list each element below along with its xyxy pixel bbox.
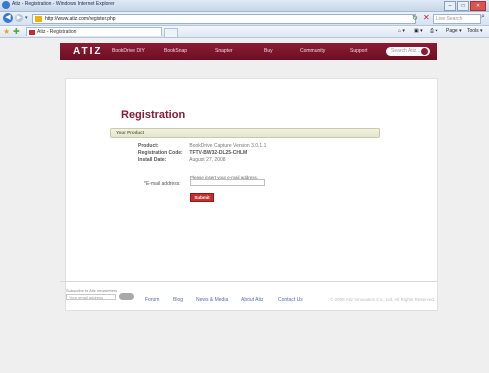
registration-code-value: TFTV-BW32-DL25-CHLM (189, 150, 248, 156)
copyright-text: © 2008 Atiz Innovation Co., Ltd. All Rig… (330, 297, 436, 302)
footer-link-contact[interactable]: Contact Us (278, 297, 303, 303)
tools-menu[interactable]: Tools ▾ (467, 28, 483, 34)
newsletter-placeholder: Your email address (69, 295, 104, 300)
section-header: Your Product (110, 128, 380, 138)
newsletter-label: Subscribe to Atiz newsletters (66, 288, 118, 293)
refresh-icon[interactable]: ↻ (412, 14, 418, 22)
print-icon[interactable]: ⎙ ▾ (430, 28, 438, 34)
maximize-button[interactable]: □ (457, 1, 469, 11)
window-controls: – □ ✕ (444, 1, 486, 11)
search-icon[interactable]: ⌕ (481, 13, 485, 21)
nav-snapter[interactable]: Snapter (215, 48, 233, 54)
home-icon[interactable]: ⌂ ▾ (398, 28, 405, 34)
email-label: *E-mail address: (144, 181, 181, 187)
product-label: Product: (138, 143, 159, 149)
footer-link-blog[interactable]: Blog (173, 297, 183, 303)
tab-page-icon (29, 30, 35, 35)
product-value: BookDrive Capture Version 3.0.1.1 (189, 143, 267, 149)
site-search-placeholder: Search Atiz... (391, 48, 421, 54)
address-url: http://www.atiz.com/register.php (45, 16, 116, 22)
newsletter-email-input[interactable]: Your email address (66, 294, 116, 300)
nav-booksnap[interactable]: BookSnap (164, 48, 187, 54)
email-field[interactable] (190, 179, 265, 186)
newsletter-submit-button[interactable] (119, 293, 134, 300)
page-menu[interactable]: Page ▾ (446, 28, 462, 34)
close-button[interactable]: ✕ (470, 1, 486, 11)
footer-link-forum[interactable]: Forum (145, 297, 159, 303)
site-search-go-icon[interactable] (421, 48, 428, 55)
site-navbar: ATIZ BookDrive DIY BookSnap Snapter Buy … (60, 43, 437, 60)
new-tab-button[interactable] (164, 28, 178, 38)
favorites-star-icon[interactable]: ★ (3, 27, 10, 36)
page-icon (35, 16, 42, 22)
registration-code-row: Registration Code: TFTV-BW32-DL25-CHLM (138, 150, 247, 156)
window-titlebar: Atiz - Registration - Windows Internet E… (0, 0, 489, 12)
tab-label: Atiz - Registration (37, 29, 77, 35)
install-date-value: August 27, 2008 (189, 157, 226, 163)
section-title: Your Product (116, 130, 145, 135)
tab-registration[interactable]: Atiz - Registration (26, 27, 162, 36)
nav-buy[interactable]: Buy (264, 48, 273, 54)
registration-panel: Registration Your Product Product: BookD… (65, 78, 438, 311)
browser-search-input[interactable]: Live Search (433, 14, 481, 24)
product-row: Product: BookDrive Capture Version 3.0.1… (138, 143, 266, 149)
install-date-row: Install Date: August 27, 2008 (138, 157, 226, 163)
site-search-input[interactable]: Search Atiz... (386, 47, 430, 56)
minimize-button[interactable]: – (444, 1, 456, 11)
nav-bookdrive-diy[interactable]: BookDrive DIY (112, 48, 145, 54)
footer-link-about[interactable]: About Atiz (241, 297, 264, 303)
window-title: Atiz - Registration - Windows Internet E… (12, 1, 115, 7)
nav-community[interactable]: Community (300, 48, 325, 54)
internet-explorer-icon (2, 1, 10, 9)
feeds-icon[interactable]: ▣ ▾ (414, 28, 423, 34)
tab-toolbar: ★ ✚ Atiz - Registration ⌂ ▾ ▣ ▾ ⎙ ▾ Page… (0, 26, 489, 38)
browser-search-placeholder: Live Search (436, 16, 463, 22)
registration-code-label: Registration Code: (138, 150, 183, 156)
footer-link-news-media[interactable]: News & Media (196, 297, 228, 303)
install-date-label: Install Date: (138, 157, 167, 163)
page-title: Registration (121, 109, 186, 121)
add-favorite-icon[interactable]: ✚ (13, 27, 20, 36)
atiz-logo[interactable]: ATIZ (73, 46, 102, 57)
nav-support[interactable]: Support (350, 48, 368, 54)
web-page: ATIZ BookDrive DIY BookSnap Snapter Buy … (0, 38, 489, 373)
stop-icon[interactable]: ✕ (423, 13, 430, 22)
address-input[interactable]: http://www.atiz.com/register.php (32, 14, 416, 24)
history-dropdown-icon[interactable]: ▾ (25, 15, 28, 21)
back-button[interactable]: ◀ (3, 13, 13, 23)
footer-divider (60, 281, 437, 282)
address-toolbar: ◀ ▶ ▾ http://www.atiz.com/register.php ↻… (0, 12, 489, 26)
forward-button[interactable]: ▶ (15, 14, 23, 22)
submit-button[interactable]: Submit (190, 193, 214, 202)
